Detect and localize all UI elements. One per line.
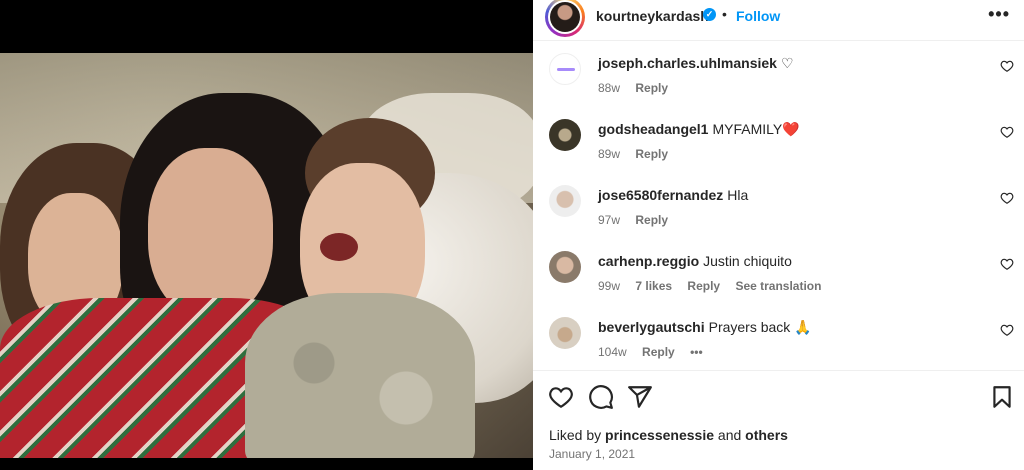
comment-age: 99w	[598, 279, 621, 293]
author-avatar[interactable]	[545, 0, 585, 37]
photo-camo-pajamas	[245, 293, 475, 458]
commenter-username[interactable]: jose6580fernandez	[598, 187, 723, 203]
post-header: kourtneykardash ✓ • Follow •••	[533, 0, 1024, 37]
comment-item: jose6580fernandez Hla 97w Reply	[533, 177, 1024, 237]
reply-button[interactable]: Reply	[635, 81, 668, 95]
post-media	[0, 0, 533, 470]
reply-button[interactable]: Reply	[635, 213, 668, 227]
reply-button[interactable]: Reply	[687, 279, 720, 293]
more-options-icon[interactable]: •••	[988, 4, 1010, 25]
comment-text: carhenp.reggio Justin chiquito	[598, 253, 792, 269]
comment-meta: 104w Reply •••	[598, 345, 715, 359]
comment-text: jose6580fernandez Hla	[598, 187, 748, 203]
like-comment-heart-icon[interactable]	[1000, 125, 1014, 139]
comment-item: godsheadangel1 MYFAMILY❤️ 89w Reply	[533, 111, 1024, 171]
post-actions-bar	[533, 380, 1024, 414]
commenter-avatar[interactable]	[549, 119, 581, 151]
comment-body: ♡	[780, 55, 794, 71]
post-side-panel: kourtneykardash ✓ • Follow ••• joseph.ch…	[533, 0, 1024, 470]
commenter-avatar[interactable]	[549, 185, 581, 217]
commenter-avatar[interactable]	[549, 317, 581, 349]
comment-age: 89w	[598, 147, 621, 161]
comment-age: 88w	[598, 81, 621, 95]
comment-item: beverlygautschi Prayers back 🙏 104w Reply…	[533, 309, 1024, 369]
liked-by-others[interactable]: others	[745, 427, 788, 443]
comment-body: Justin chiquito	[703, 253, 792, 269]
like-heart-icon[interactable]	[548, 384, 574, 410]
liked-by-prefix: Liked by	[549, 427, 602, 443]
commenter-avatar[interactable]	[549, 53, 581, 85]
liked-by-user[interactable]: princessenessie	[605, 427, 714, 443]
comment-item: carhenp.reggio Justin chiquito 99w 7 like…	[533, 243, 1024, 303]
comment-text: joseph.charles.uhlmansiek ♡	[598, 55, 794, 72]
photo-woman-face	[148, 148, 273, 318]
commenter-avatar[interactable]	[549, 251, 581, 283]
comment-meta: 99w 7 likes Reply See translation	[598, 279, 833, 293]
comment-likes-count[interactable]: 7 likes	[635, 279, 672, 293]
avatar-image	[550, 2, 580, 32]
like-comment-heart-icon[interactable]	[1000, 59, 1014, 73]
commenter-username[interactable]: beverlygautschi	[598, 319, 705, 335]
comment-age: 97w	[598, 213, 621, 227]
commenter-username[interactable]: joseph.charles.uhlmansiek	[598, 55, 777, 71]
comment-text: godsheadangel1 MYFAMILY❤️	[598, 121, 800, 138]
avatar-stroke	[557, 68, 575, 71]
liked-by-summary: Liked by princessenessie and others	[549, 427, 788, 443]
comment-bubble-icon[interactable]	[588, 384, 614, 410]
post-date[interactable]: January 1, 2021	[549, 447, 635, 461]
author-username[interactable]: kourtneykardash	[596, 8, 709, 24]
photo-boy-mouth	[320, 233, 358, 261]
comment-body: Hla	[727, 187, 749, 203]
follow-button[interactable]: Follow	[736, 8, 780, 24]
comment-meta: 89w Reply	[598, 147, 680, 161]
comment-meta: 88w Reply	[598, 81, 680, 95]
share-paper-plane-icon[interactable]	[627, 384, 653, 410]
like-comment-heart-icon[interactable]	[1000, 323, 1014, 337]
comment-body: Prayers back 🙏	[708, 319, 812, 335]
see-translation-button[interactable]: See translation	[735, 279, 821, 293]
save-bookmark-icon[interactable]	[989, 384, 1015, 410]
commenter-username[interactable]: godsheadangel1	[598, 121, 708, 137]
comment-options-icon[interactable]: •••	[690, 345, 703, 359]
reply-button[interactable]: Reply	[642, 345, 675, 359]
comment-meta: 97w Reply	[598, 213, 680, 227]
comment-item: joseph.charles.uhlmansiek ♡ 88w Reply	[533, 45, 1024, 105]
comment-body: MYFAMILY❤️	[712, 121, 800, 137]
comment-text: beverlygautschi Prayers back 🙏	[598, 319, 812, 336]
reply-button[interactable]: Reply	[635, 147, 668, 161]
like-comment-heart-icon[interactable]	[1000, 191, 1014, 205]
commenter-username[interactable]: carhenp.reggio	[598, 253, 699, 269]
liked-by-and: and	[717, 427, 742, 443]
comments-list[interactable]: joseph.charles.uhlmansiek ♡ 88w Reply god…	[533, 40, 1024, 370]
like-comment-heart-icon[interactable]	[1000, 257, 1014, 271]
post-photo[interactable]	[0, 53, 533, 458]
comment-age: 104w	[598, 345, 627, 359]
verified-badge-icon: ✓	[703, 8, 716, 21]
header-separator: •	[722, 6, 727, 22]
actions-divider	[533, 370, 1024, 371]
